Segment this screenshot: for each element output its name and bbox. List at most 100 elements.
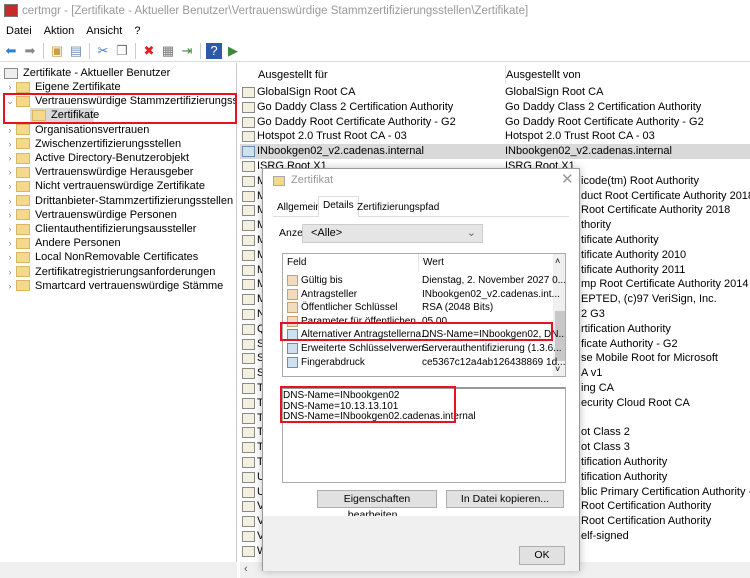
chevron-right-icon[interactable]: › (4, 236, 16, 250)
issued-to: Go Daddy Class 2 Certification Authority (257, 100, 454, 113)
window-title: certmgr - [Zertifikate - Aktueller Benut… (22, 5, 529, 17)
tree-item[interactable]: › Vertrauenswürdige Herausgeber (4, 165, 194, 179)
chevron-right-icon[interactable]: › (4, 151, 16, 165)
field-name: Öffentlicher Schlüssel (301, 302, 398, 314)
certificate-icon (242, 131, 255, 143)
issued-by: EPTED, (c)97 VeriSign, Inc. (581, 293, 717, 306)
show-hide-tree-icon[interactable]: ▤ (68, 43, 84, 59)
list-row[interactable]: Hotspot 2.0 Trust Root CA - 03 Hotspot 2.… (240, 129, 750, 144)
list-row[interactable]: INbookgen02_v2.cadenas.internal INbookgen… (240, 144, 750, 160)
folder-icon (16, 138, 30, 150)
scroll-up-icon[interactable]: ˄ (555, 256, 560, 266)
scroll-left-icon[interactable]: ‹ (244, 563, 248, 575)
menu-3[interactable]: ? (128, 22, 146, 40)
chevron-right-icon[interactable]: › (4, 137, 16, 151)
menu-1[interactable]: Aktion (38, 22, 81, 40)
issued-by: ot Class 3 (581, 441, 630, 454)
issued-by: duct Root Certificate Authority 2018 (581, 189, 750, 202)
tree-item[interactable]: › Andere Personen (4, 236, 121, 250)
list-row[interactable]: GlobalSign Root CA GlobalSign Root CA (240, 85, 750, 100)
menu-2[interactable]: Ansicht (80, 22, 128, 40)
copy-icon[interactable]: ❐ (114, 43, 130, 59)
chevron-right-icon[interactable]: › (4, 80, 16, 94)
folder-icon (16, 209, 30, 221)
tree-item-label: Clientauthentifizierungsaussteller (35, 223, 197, 235)
copy-to-file-button[interactable]: In Datei kopieren... (446, 490, 564, 508)
certificate-icon (242, 516, 255, 528)
tree-pane: Zertifikate - Aktueller Benutzer › Eigene … (0, 63, 237, 563)
chevron-right-icon[interactable]: › (4, 250, 16, 264)
chevron-right-icon[interactable]: › (4, 265, 16, 279)
toolbar-separator (43, 42, 44, 59)
tree-item-label: Nicht vertrauenswürdige Zertifikate (35, 180, 205, 193)
certificate-icon (242, 87, 255, 98)
edit-properties-button[interactable]: Eigenschaften bearbeiten... (317, 490, 437, 521)
show-select[interactable]: <Alle> ⌄ (302, 224, 483, 243)
certificate-icon (242, 220, 255, 232)
field-value: Dienstag, 2. November 2027 0... (422, 275, 566, 286)
field-row[interactable]: Öffentlicher Schlüssel RSA (2048 Bits) (283, 301, 553, 315)
tree-item[interactable]: › Eigene Zertifikate (4, 80, 121, 94)
chevron-right-icon[interactable]: › (4, 123, 16, 137)
chevron-right-icon[interactable]: › (4, 279, 16, 293)
tree-item[interactable]: › Organisationsvertrauen (4, 123, 150, 137)
field-value: ce5367c12a4ab126438869 1d... (422, 356, 566, 368)
forward-arrow-icon[interactable]: ➡ (22, 43, 38, 59)
field-icon (287, 275, 298, 286)
certificate-icon (242, 368, 255, 380)
tree-item-label: Local NonRemovable Certificates (35, 251, 199, 264)
tree-item-label: Organisationsvertrauen (35, 123, 150, 136)
up-folder-icon[interactable]: ▣ (49, 43, 65, 59)
tree-item[interactable]: › Nicht vertrauenswürdige Zertifikate (4, 179, 205, 193)
column-issued-to[interactable]: Ausgestellt für (258, 66, 328, 84)
cut-icon[interactable]: ✂ (95, 43, 111, 59)
tree-item[interactable]: › Smartcard vertrauenswürdige Stämme (4, 279, 224, 293)
console-icon[interactable]: ▶ (225, 43, 241, 59)
tree-horizontal-scrollbar[interactable] (0, 562, 237, 578)
ok-button[interactable]: OK (519, 546, 565, 565)
certificate-icon (242, 397, 255, 409)
tree-item[interactable]: › Local NonRemovable Certificates (4, 250, 199, 264)
close-icon[interactable]: ✕ (561, 170, 574, 188)
tree-root[interactable]: Zertifikate - Aktueller Benutzer (4, 66, 170, 80)
issued-by: thority (581, 219, 611, 232)
field-row[interactable]: Fingerabdruck ce5367c12a4ab126438869 1d..… (283, 356, 565, 370)
field-row[interactable]: Antragsteller INbookgen02_v2.cadenas.int.… (283, 288, 560, 302)
certificate-icon (242, 531, 255, 542)
issued-by: INbookgen02_v2.cadenas.internal (505, 145, 672, 158)
tree-item[interactable]: › Drittanbieter-Stammzertifizierungsstell… (4, 194, 234, 208)
chevron-right-icon[interactable]: › (4, 208, 16, 222)
export-icon[interactable]: ⇥ (179, 43, 195, 59)
column-issued-by[interactable]: Ausgestellt von (505, 66, 581, 84)
chevron-right-icon[interactable]: › (4, 222, 16, 236)
column-field[interactable]: Feld (287, 254, 306, 272)
properties-icon[interactable]: ▦ (160, 43, 176, 59)
field-value: INbookgen02_v2.cadenas.int... (422, 288, 560, 300)
certificate-icon (242, 442, 255, 454)
chevron-right-icon[interactable]: › (4, 165, 16, 179)
field-row[interactable]: Erweiterte Schlüsselverwen... Serverauthe… (283, 342, 562, 356)
tree-item-label: Zertifikatregistrierungsanforderungen (35, 265, 216, 278)
issued-by: mp Root Certificate Authority 2014 (581, 278, 749, 291)
issued-by: ecurity Cloud Root CA (581, 396, 690, 409)
list-row[interactable]: Go Daddy Root Certificate Authority - G2… (240, 115, 750, 130)
back-arrow-icon[interactable]: ⬅ (3, 43, 19, 59)
list-row[interactable]: Go Daddy Class 2 Certification Authority… (240, 100, 750, 115)
tab-certification-path[interactable]: Zertifizierungspfad (353, 199, 443, 216)
field-row[interactable]: Gültig bis Dienstag, 2. November 2027 0..… (283, 274, 565, 288)
tree-item[interactable]: › Clientauthentifizierungsaussteller (4, 222, 197, 236)
chevron-right-icon[interactable]: › (4, 194, 16, 208)
tree-item[interactable]: › Zwischenzertifizierungsstellen (4, 137, 182, 151)
column-value[interactable]: Wert (418, 254, 444, 272)
tree-item[interactable]: › Active Directory-Benutzerobjekt (4, 151, 190, 165)
certificate-icon (242, 116, 255, 128)
issued-by: tificate Authority 2011 (581, 263, 686, 276)
delete-icon[interactable]: ✖ (141, 43, 157, 59)
tree-item[interactable]: › Vertrauenswürdige Personen (4, 208, 177, 222)
chevron-right-icon[interactable]: › (4, 179, 16, 193)
tree-item[interactable]: › Zertifikatregistrierungsanforderungen (4, 265, 216, 279)
certificate-icon (242, 486, 255, 498)
toolbar: ⬅ ➡ ▣ ▤ ✂ ❐ ✖ ▦ ⇥? ▶ (0, 40, 750, 62)
menu-0[interactable]: Datei (0, 22, 38, 40)
help-icon[interactable]: ? (206, 42, 222, 59)
